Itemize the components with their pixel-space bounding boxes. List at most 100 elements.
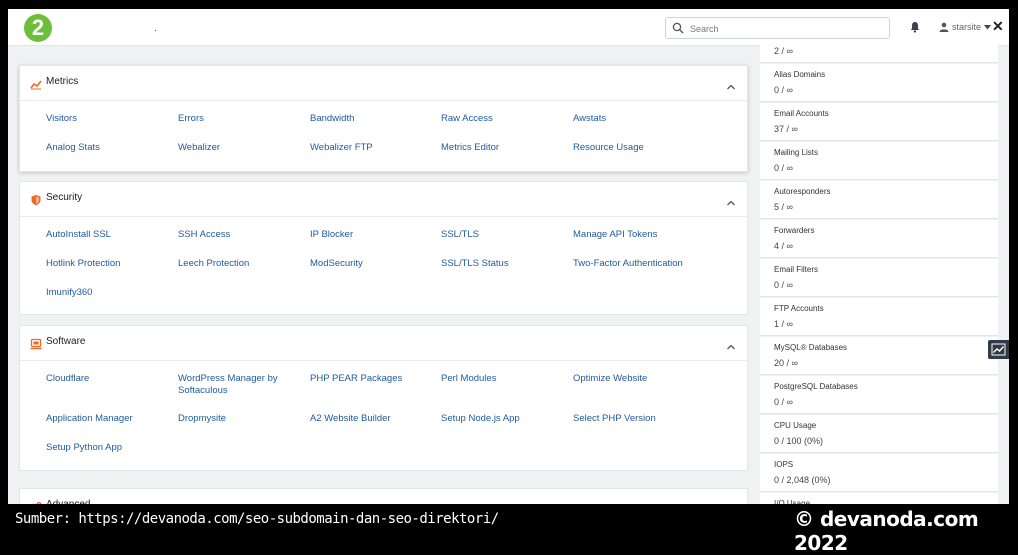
stat-label: Email Accounts xyxy=(774,109,829,118)
link-hotlink-protection[interactable]: Hotlink Protection xyxy=(46,258,171,270)
chevron-up-icon[interactable] xyxy=(726,501,736,504)
link-autoinstall-ssl[interactable]: AutoInstall SSL xyxy=(46,229,171,241)
stat-item: IOPS 0 / 2,048 (0%) xyxy=(760,454,998,492)
link-ssl-tls-status[interactable]: SSL/TLS Status xyxy=(441,258,566,270)
header-dot: . xyxy=(154,23,157,34)
caret-down-icon xyxy=(984,24,992,29)
link-raw-access[interactable]: Raw Access xyxy=(441,113,566,125)
link-setup-python-app[interactable]: Setup Python App xyxy=(46,442,171,454)
panel-header[interactable]: Advanced xyxy=(20,489,747,504)
link-application-manager[interactable]: Application Manager xyxy=(46,413,171,425)
panel-metrics: Metrics Visitors Errors Bandwidth Raw Access… xyxy=(19,65,748,172)
link-select-php-version[interactable]: Select PHP Version xyxy=(573,413,698,425)
copyright-caption: © devanoda.com 2022 xyxy=(794,507,979,555)
software-icon xyxy=(30,337,42,350)
link-leech-protection[interactable]: Leech Protection xyxy=(178,258,303,270)
stat-item: 2 / ∞ xyxy=(760,45,998,63)
chevron-up-icon[interactable] xyxy=(726,338,736,350)
link-modsecurity[interactable]: ModSecurity xyxy=(310,258,435,270)
line-chart-icon xyxy=(30,77,42,90)
link-awstats[interactable]: Awstats xyxy=(573,113,698,125)
stats-sidebar: 2 / ∞ Alias Domains 0 / ∞ Email Accounts 37 … xyxy=(760,45,998,504)
stat-item: FTP Accounts 1 / ∞ xyxy=(760,298,998,336)
username: starsite xyxy=(952,22,982,32)
bell-icon[interactable] xyxy=(909,21,921,33)
stat-value: 4 / ∞ xyxy=(774,241,793,251)
stat-label: MySQL® Databases xyxy=(774,343,848,352)
stat-item: PostgreSQL Databases 0 / ∞ xyxy=(760,376,998,414)
stat-value: 37 / ∞ xyxy=(774,124,798,134)
gears-icon xyxy=(30,500,42,504)
stats-toggle-button[interactable] xyxy=(988,340,1009,359)
panel-title: Security xyxy=(46,192,83,203)
link-metrics-editor[interactable]: Metrics Editor xyxy=(441,142,566,154)
link-manage-api-tokens[interactable]: Manage API Tokens xyxy=(573,229,698,241)
stat-label: Forwarders xyxy=(774,226,815,235)
stat-label: CPU Usage xyxy=(774,421,817,430)
stat-value: 5 / ∞ xyxy=(774,202,793,212)
stat-value: 0 / 100 (0%) xyxy=(774,436,824,446)
stat-value: 0 / ∞ xyxy=(774,85,793,95)
panel-software: Software Cloudflare WordPress Manager by S… xyxy=(19,325,748,471)
stat-label: PostgreSQL Databases xyxy=(774,382,858,391)
link-bandwidth[interactable]: Bandwidth xyxy=(310,113,435,125)
stat-label: Autoresponders xyxy=(774,187,831,196)
stat-value: 0 / ∞ xyxy=(774,397,793,407)
panel-header[interactable]: Security xyxy=(20,182,747,217)
stat-item: Mailing Lists 0 / ∞ xyxy=(760,142,998,180)
link-analog-stats[interactable]: Analog Stats xyxy=(46,142,171,154)
link-wordpress-manager-by-softaculous[interactable]: WordPress Manager by Softaculous xyxy=(178,373,303,397)
stat-label: I/O Usage xyxy=(774,499,811,504)
user-icon xyxy=(939,22,949,32)
link-webalizer-ftp[interactable]: Webalizer FTP xyxy=(310,142,435,154)
panel-title: Metrics xyxy=(46,76,79,87)
panel-title: Software xyxy=(46,336,86,347)
stat-item: CPU Usage 0 / 100 (0%) xyxy=(760,415,998,453)
search-input[interactable] xyxy=(688,20,887,38)
stat-value: 20 / ∞ xyxy=(774,358,798,368)
link-ssh-access[interactable]: SSH Access xyxy=(178,229,303,241)
top-bar: 2 . starsite ✕ xyxy=(8,9,1009,46)
link-ip-blocker[interactable]: IP Blocker xyxy=(310,229,435,241)
panel-security: Security AutoInstall SSL SSH Access IP Bloc… xyxy=(19,181,748,315)
close-icon[interactable]: ✕ xyxy=(992,18,1004,35)
panel-header[interactable]: Software xyxy=(20,326,747,361)
chevron-up-icon[interactable] xyxy=(726,78,736,90)
stat-label: Mailing Lists xyxy=(774,148,819,157)
panel-title: Advanced xyxy=(46,499,90,504)
link-webalizer[interactable]: Webalizer xyxy=(178,142,303,154)
link-errors[interactable]: Errors xyxy=(178,113,303,125)
panel-advanced: Advanced xyxy=(19,488,748,504)
link-imunify360[interactable]: Imunify360 xyxy=(46,287,171,299)
stat-label: FTP Accounts xyxy=(774,304,824,313)
link-optimize-website[interactable]: Optimize Website xyxy=(573,373,698,385)
logo[interactable]: 2 xyxy=(24,14,52,42)
cpanel-window: 2 . starsite ✕ Metrics Visitors Errors Band… xyxy=(8,9,1009,504)
link-setup-node-js-app[interactable]: Setup Node.js App xyxy=(441,413,566,425)
stat-value: 0 / 2,048 (0%) xyxy=(774,475,831,485)
stat-item: Email Accounts 37 / ∞ xyxy=(760,103,998,141)
stat-item: Email Filters 0 / ∞ xyxy=(760,259,998,297)
link-visitors[interactable]: Visitors xyxy=(46,113,171,125)
stat-label: IOPS xyxy=(774,460,794,469)
search-box[interactable] xyxy=(665,17,890,39)
chevron-up-icon[interactable] xyxy=(726,194,736,206)
stat-item: MySQL® Databases 20 / ∞ xyxy=(760,337,998,375)
link-a2-website-builder[interactable]: A2 Website Builder xyxy=(310,413,435,425)
link-resource-usage[interactable]: Resource Usage xyxy=(573,142,698,154)
source-caption: Sumber: https://devanoda.com/seo-subdoma… xyxy=(15,511,499,527)
panel-header[interactable]: Metrics xyxy=(20,66,747,101)
link-ssl-tls[interactable]: SSL/TLS xyxy=(441,229,566,241)
link-perl-modules[interactable]: Perl Modules xyxy=(441,373,566,385)
stat-item: Autoresponders 5 / ∞ xyxy=(760,181,998,219)
stat-item: Forwarders 4 / ∞ xyxy=(760,220,998,258)
link-cloudflare[interactable]: Cloudflare xyxy=(46,373,171,385)
user-menu[interactable]: starsite xyxy=(939,19,992,35)
trend-chart-icon xyxy=(991,343,1006,356)
link-dropmysite[interactable]: Dropmysite xyxy=(178,413,303,425)
link-php-pear-packages[interactable]: PHP PEAR Packages xyxy=(310,373,435,385)
stat-label: Email Filters xyxy=(774,265,819,274)
stat-value: 0 / ∞ xyxy=(774,163,793,173)
link-two-factor-authentication[interactable]: Two-Factor Authentication xyxy=(573,258,698,270)
stat-item: Alias Domains 0 / ∞ xyxy=(760,64,998,102)
